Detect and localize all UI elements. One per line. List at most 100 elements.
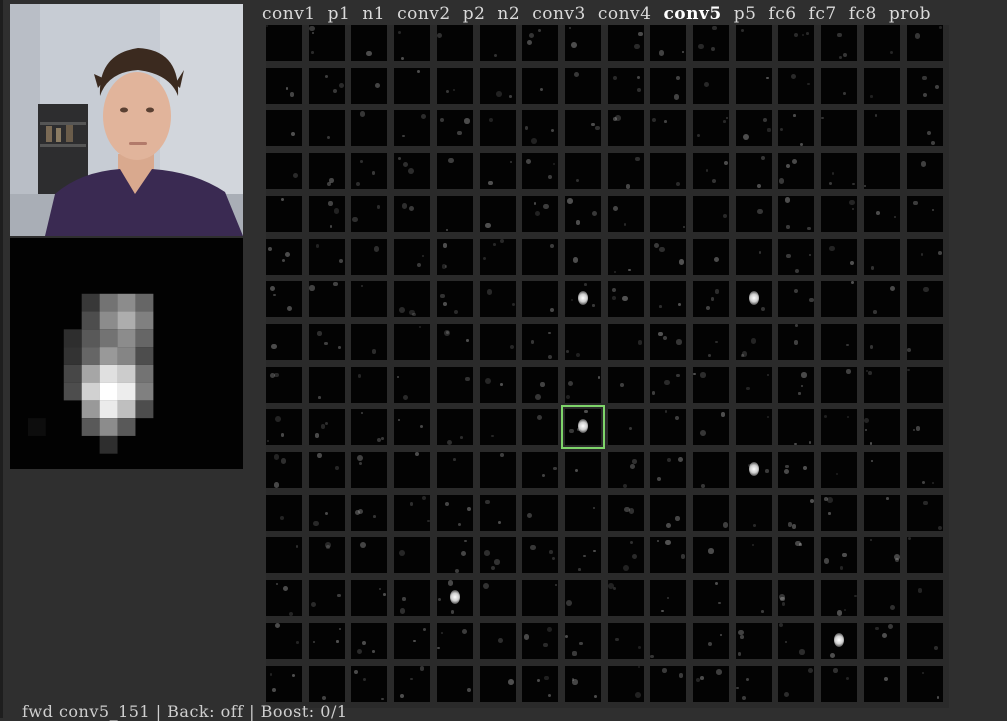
feature-map-tile[interactable] <box>906 409 943 446</box>
feature-map-tile[interactable] <box>863 195 900 232</box>
feature-map-tile[interactable] <box>650 409 687 446</box>
feature-map-tile[interactable] <box>436 494 473 531</box>
feature-map-tile[interactable] <box>522 665 559 702</box>
feature-map-tile[interactable] <box>906 153 943 190</box>
feature-map-tile[interactable] <box>778 366 815 403</box>
feature-map-tile[interactable] <box>394 281 431 318</box>
feature-map-tile[interactable] <box>564 110 601 147</box>
feature-map-tile[interactable] <box>308 452 345 488</box>
feature-map-tile[interactable] <box>308 25 345 61</box>
feature-map-tile[interactable] <box>308 281 345 318</box>
feature-map-tile[interactable] <box>607 281 644 318</box>
feature-map-tile[interactable] <box>693 665 729 702</box>
feature-map-tile[interactable] <box>906 110 943 147</box>
feature-map-tile[interactable] <box>906 452 943 488</box>
feature-map-tile[interactable] <box>607 452 644 488</box>
feature-map-tile[interactable] <box>650 153 687 190</box>
feature-map-tile[interactable] <box>735 665 772 702</box>
feature-map-tile[interactable] <box>436 110 473 147</box>
feature-map-tile[interactable] <box>351 67 388 104</box>
feature-map-tile[interactable] <box>479 494 516 531</box>
feature-map-tile[interactable] <box>394 537 431 574</box>
feature-map-tile[interactable] <box>650 366 687 403</box>
feature-map-tile[interactable] <box>436 409 473 446</box>
feature-map-tile[interactable] <box>735 323 772 360</box>
feature-map-tile[interactable] <box>607 409 644 446</box>
feature-map-tile[interactable] <box>821 281 858 318</box>
feature-map-tile[interactable] <box>564 25 601 61</box>
feature-map-tile[interactable] <box>564 366 601 403</box>
feature-map-tile[interactable] <box>479 25 516 61</box>
feature-map-tile[interactable] <box>394 580 431 617</box>
feature-map-tile[interactable] <box>906 665 943 702</box>
feature-map-tile[interactable] <box>607 494 644 531</box>
feature-map-tile[interactable] <box>394 622 431 659</box>
feature-map-tile[interactable] <box>821 452 858 488</box>
feature-map-tile[interactable] <box>778 281 815 318</box>
feature-map-tile[interactable] <box>394 25 431 61</box>
feature-map-tile[interactable] <box>351 195 388 232</box>
feature-map-tile[interactable] <box>564 452 601 488</box>
feature-map-tile[interactable] <box>266 281 302 318</box>
feature-map-tile[interactable] <box>394 366 431 403</box>
feature-map-tile[interactable] <box>394 238 431 275</box>
feature-map-tile[interactable] <box>266 110 302 147</box>
feature-map-tile[interactable] <box>522 238 559 275</box>
feature-map-tile[interactable] <box>479 537 516 574</box>
feature-map-tile[interactable] <box>735 153 772 190</box>
layer-tab-conv3[interactable]: conv3 <box>532 4 586 24</box>
feature-map-tile[interactable] <box>906 580 943 617</box>
feature-map-tile[interactable] <box>693 622 729 659</box>
feature-map-tile[interactable] <box>394 409 431 446</box>
feature-map-tile[interactable] <box>394 494 431 531</box>
feature-map-tile[interactable] <box>906 238 943 275</box>
feature-map-tile[interactable] <box>308 238 345 275</box>
feature-map-tile[interactable] <box>436 25 473 61</box>
feature-map-tile[interactable] <box>693 494 729 531</box>
feature-map-tile[interactable] <box>735 537 772 574</box>
feature-map-tile[interactable] <box>564 494 601 531</box>
feature-map-tile[interactable] <box>564 665 601 702</box>
feature-map-tile[interactable] <box>906 537 943 574</box>
feature-map-tile[interactable] <box>650 580 687 617</box>
feature-map-tile[interactable] <box>693 409 729 446</box>
feature-map-tile[interactable] <box>863 323 900 360</box>
feature-map-tile[interactable] <box>479 452 516 488</box>
feature-map-tile[interactable] <box>607 67 644 104</box>
feature-map-tile[interactable] <box>607 537 644 574</box>
feature-map-tile[interactable] <box>351 409 388 446</box>
feature-map-tile[interactable] <box>266 25 302 61</box>
feature-map-tile[interactable] <box>650 67 687 104</box>
feature-map-tile[interactable] <box>351 281 388 318</box>
layer-tab-p5[interactable]: p5 <box>734 4 757 24</box>
layer-tab-conv4[interactable]: conv4 <box>598 4 652 24</box>
layer-tab-fc7[interactable]: fc7 <box>809 4 837 24</box>
feature-map-tile[interactable] <box>607 195 644 232</box>
feature-map-tile[interactable] <box>735 409 772 446</box>
feature-map-tile[interactable] <box>650 452 687 488</box>
feature-map-tile[interactable] <box>564 622 601 659</box>
layer-tab-conv5[interactable]: conv5 <box>663 4 721 24</box>
feature-map-tile[interactable] <box>351 323 388 360</box>
feature-map-tile[interactable] <box>650 281 687 318</box>
feature-map-tile[interactable] <box>266 323 302 360</box>
feature-map-tile[interactable] <box>436 281 473 318</box>
feature-map-tile[interactable] <box>693 281 729 318</box>
layer-tab-p2[interactable]: p2 <box>463 4 486 24</box>
feature-map-tile[interactable] <box>351 366 388 403</box>
feature-map-tile[interactable] <box>735 281 772 318</box>
feature-map-tile[interactable] <box>436 323 473 360</box>
feature-map-tile[interactable] <box>693 537 729 574</box>
feature-map-tile[interactable] <box>607 25 644 61</box>
feature-map-tile[interactable] <box>394 323 431 360</box>
feature-map-tile[interactable] <box>863 67 900 104</box>
feature-map-tile[interactable] <box>821 537 858 574</box>
feature-map-tile[interactable] <box>522 323 559 360</box>
feature-map-tile[interactable] <box>863 622 900 659</box>
feature-map-tile[interactable] <box>522 67 559 104</box>
feature-map-tile[interactable] <box>479 281 516 318</box>
feature-map-tile[interactable] <box>778 195 815 232</box>
feature-map-tile[interactable] <box>906 281 943 318</box>
feature-map-tile[interactable] <box>778 110 815 147</box>
feature-map-tile[interactable] <box>650 195 687 232</box>
